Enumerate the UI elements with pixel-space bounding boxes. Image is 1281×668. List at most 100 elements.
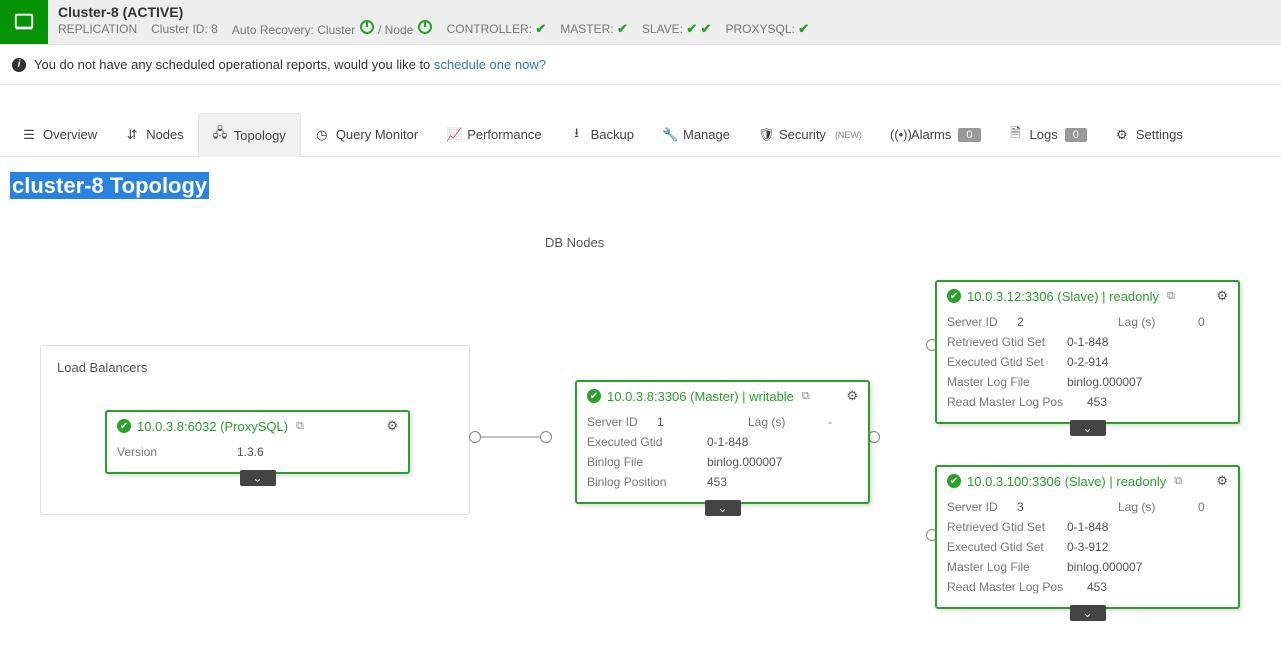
new-badge: (NEW) <box>835 130 862 140</box>
tab-query-monitor[interactable]: ◷Query Monitor <box>301 117 432 153</box>
gear-icon[interactable]: ⚙ <box>1216 288 1228 304</box>
topology-canvas: » » Load Balancers DB Nodes ✔ 10.0.3.8:6… <box>10 215 1271 645</box>
cluster-header: Cluster-8 (ACTIVE) REPLICATION Cluster I… <box>0 0 1281 45</box>
node-proxysql[interactable]: ✔ 10.0.3.8:6032 (ProxySQL) ⧉ ⚙ Version1.… <box>105 410 410 474</box>
overview-icon: ☰ <box>22 127 36 143</box>
tab-security[interactable]: 🛡Security(NEW) <box>744 117 876 153</box>
value: 1 <box>657 415 697 429</box>
cluster-id-label: Cluster ID: <box>151 22 208 36</box>
value: binlog.000007 <box>707 455 782 469</box>
value: 3 <box>1017 500 1057 514</box>
value: 453 <box>1087 580 1107 594</box>
label: Read Master Log Pos <box>947 395 1087 409</box>
tab-overview[interactable]: ☰Overview <box>8 117 111 153</box>
value: 453 <box>707 475 727 489</box>
conn-dot <box>469 431 481 443</box>
value: 0-1-848 <box>707 435 748 449</box>
node-name[interactable]: 10.0.3.12:3306 (Slave) | readonly <box>967 289 1159 304</box>
tab-topology[interactable]: 🖧Topology <box>198 113 301 157</box>
check-icon: ✔ <box>798 21 809 36</box>
gear-icon: ⚙ <box>1115 127 1129 143</box>
logs-count: 0 <box>1065 128 1087 142</box>
value: 453 <box>1087 395 1107 409</box>
value: binlog.000007 <box>1067 375 1142 389</box>
section-label: Load Balancers <box>57 360 453 375</box>
label: Lag (s) <box>1118 500 1198 514</box>
label: Read Master Log Pos <box>947 580 1087 594</box>
info-banner: i You do not have any scheduled operatio… <box>0 45 1281 85</box>
schedule-link[interactable]: schedule one now? <box>434 57 546 72</box>
cluster-title: Cluster-8 (ACTIVE) <box>58 4 809 20</box>
status-ok-icon: ✔ <box>587 389 601 403</box>
conn-dot <box>540 431 552 443</box>
tab-manage[interactable]: 🔧Manage <box>648 117 744 153</box>
value: 0-1-848 <box>1067 520 1108 534</box>
download-icon: ⭳ <box>570 124 584 146</box>
node-name[interactable]: 10.0.3.100:3306 (Slave) | readonly <box>967 474 1166 489</box>
check-icon: ✔ <box>617 21 628 36</box>
node-slave-1[interactable]: ✔ 10.0.3.12:3306 (Slave) | readonly ⧉ ⚙ … <box>935 280 1240 424</box>
value: 0-3-912 <box>1067 540 1108 554</box>
logs-icon: 🗎 <box>1009 124 1023 146</box>
auto-recovery-cluster: Cluster <box>317 23 355 37</box>
section-label: DB Nodes <box>545 235 1265 250</box>
tab-performance[interactable]: 📈Performance <box>432 117 555 153</box>
alarms-count: 0 <box>958 128 980 142</box>
cluster-type-icon <box>0 0 48 44</box>
expand-button[interactable]: ⌄ <box>705 500 741 516</box>
label: Retrieved Gtid Set <box>947 520 1067 534</box>
node-name[interactable]: 10.0.3.8:6032 (ProxySQL) <box>137 419 288 434</box>
label: Lag (s) <box>1118 315 1198 329</box>
tab-nodes[interactable]: ⇵Nodes <box>111 117 198 153</box>
external-link-icon[interactable]: ⧉ <box>296 420 304 433</box>
topology-icon: 🖧 <box>213 124 227 146</box>
expand-button[interactable]: ⌄ <box>1070 605 1106 621</box>
cluster-meta: REPLICATION Cluster ID: 8 Auto Recovery:… <box>58 20 809 37</box>
value: 1.3.6 <box>237 445 264 459</box>
expand-button[interactable]: ⌄ <box>1070 420 1106 436</box>
nav-tabs: ☰Overview ⇵Nodes 🖧Topology ◷Query Monito… <box>0 113 1281 157</box>
label: Retrieved Gtid Set <box>947 335 1067 349</box>
info-text: You do not have any scheduled operationa… <box>34 57 434 72</box>
value: 0-2-914 <box>1067 355 1108 369</box>
value: binlog.000007 <box>1067 560 1142 574</box>
value: 0-1-848 <box>1067 335 1108 349</box>
label: Master Log File <box>947 560 1067 574</box>
cluster-id: 8 <box>211 22 218 36</box>
external-link-icon[interactable]: ⧉ <box>802 390 810 403</box>
proxysql-label: PROXYSQL: <box>725 22 794 36</box>
gear-icon[interactable]: ⚙ <box>1216 473 1228 489</box>
check-icon: ✔ <box>686 21 697 36</box>
node-slave-2[interactable]: ✔ 10.0.3.100:3306 (Slave) | readonly ⧉ ⚙… <box>935 465 1240 609</box>
value: 0 <box>1198 315 1228 329</box>
signal-icon: ((•)) <box>890 127 904 142</box>
check-icon: ✔ <box>535 21 546 36</box>
gear-icon[interactable]: ⚙ <box>846 388 858 404</box>
tab-backup[interactable]: ⭳Backup <box>556 114 648 156</box>
expand-button[interactable]: ⌄ <box>240 470 276 486</box>
label: Master Log File <box>947 375 1067 389</box>
wrench-icon: 🔧 <box>662 127 676 143</box>
value: 0 <box>1198 500 1228 514</box>
tab-settings[interactable]: ⚙Settings <box>1101 117 1197 153</box>
tab-logs[interactable]: 🗎Logs0 <box>995 114 1101 156</box>
clock-icon: ◷ <box>315 127 329 143</box>
value: - <box>828 415 858 429</box>
master-label: MASTER: <box>560 22 613 36</box>
shield-icon: 🛡 <box>758 127 772 143</box>
power-icon[interactable] <box>418 20 432 34</box>
node-master[interactable]: ✔ 10.0.3.8:3306 (Master) | writable ⧉ ⚙ … <box>575 380 870 504</box>
status-ok-icon: ✔ <box>117 419 131 433</box>
chart-icon: 📈 <box>446 127 460 143</box>
tab-alarms[interactable]: ((•))Alarms0 <box>876 117 995 152</box>
power-icon[interactable] <box>360 20 374 34</box>
external-link-icon[interactable]: ⧉ <box>1174 475 1182 488</box>
gear-icon[interactable]: ⚙ <box>386 418 398 434</box>
node-name[interactable]: 10.0.3.8:3306 (Master) | writable <box>607 389 794 404</box>
label: Binlog File <box>587 455 707 469</box>
label: Server ID <box>587 415 657 429</box>
external-link-icon[interactable]: ⧉ <box>1167 290 1175 303</box>
status-ok-icon: ✔ <box>947 289 961 303</box>
auto-recovery-node: / Node <box>378 23 413 37</box>
auto-recovery-label: Auto Recovery: <box>232 23 314 37</box>
